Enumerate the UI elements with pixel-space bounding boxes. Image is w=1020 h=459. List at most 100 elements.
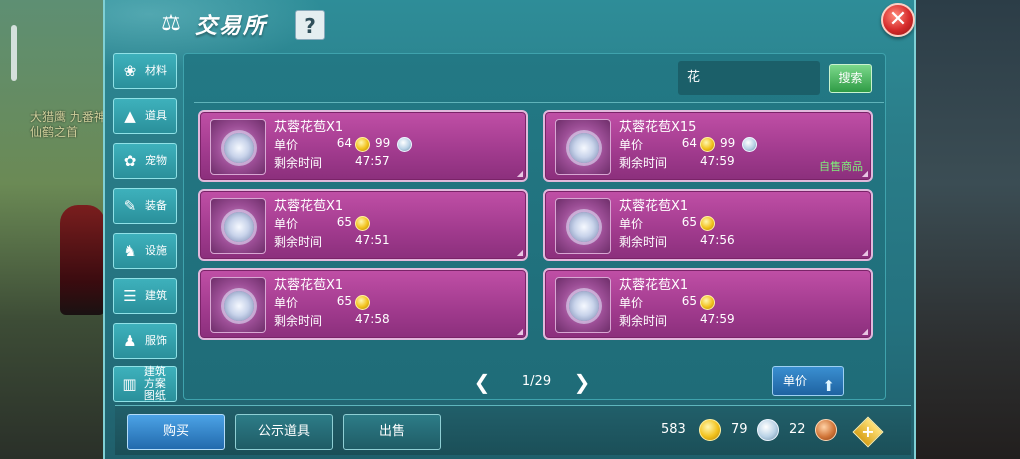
silver-coin-icon	[757, 419, 779, 441]
sidebar-item-label: 设施	[145, 244, 167, 257]
page-indicator: 1/29	[521, 374, 552, 389]
item-icon	[555, 277, 611, 333]
scroll-handle[interactable]	[11, 25, 17, 81]
gold-coin-icon	[700, 295, 715, 310]
sidebar-item-equipment[interactable]: ✎ 装备	[113, 188, 177, 224]
time-label: 剩余时间	[619, 235, 668, 249]
silver-coin-icon	[397, 137, 412, 152]
flower-bud-icon	[224, 291, 254, 321]
gold-price: 65	[336, 294, 352, 308]
help-button[interactable]: ?	[295, 10, 325, 40]
sidebar-item-facilities[interactable]: ♞ 设施	[113, 233, 177, 269]
facility-icon: ♞	[123, 242, 137, 260]
gold-coin-icon	[699, 419, 721, 441]
item-icon	[555, 198, 611, 254]
price-label: 单价	[274, 138, 299, 152]
listing-card[interactable]: 苁蓉花苞X1 单价 65 剩余时间 47:59 ◢	[543, 268, 873, 340]
public-items-button[interactable]: 公示道具	[235, 414, 333, 450]
item-icon	[555, 119, 611, 175]
item-name: 苁蓉花苞X1	[274, 278, 344, 293]
sidebar-item-label: 服饰	[145, 334, 167, 347]
silver-price: 99	[720, 136, 736, 150]
page-title: 交易所	[195, 14, 268, 39]
self-sale-tag: 自售商品	[819, 160, 863, 173]
scale-icon: ⚖	[161, 11, 181, 36]
next-page-button[interactable]: ❯	[572, 372, 592, 392]
gold-coin-icon	[355, 216, 370, 231]
bottom-bar: 购买 公示道具 出售 583 79 22 +	[115, 405, 911, 455]
sidebar-item-label: 装备	[145, 199, 167, 212]
time-label: 剩余时间	[274, 156, 323, 170]
item-name: 苁蓉花苞X1	[274, 120, 344, 135]
flower-bud-icon	[569, 133, 599, 163]
sidebar-item-label: 材料	[145, 64, 167, 77]
sidebar-item-props[interactable]: ▲ 道具	[113, 98, 177, 134]
price-label: 单价	[619, 217, 644, 231]
time-label: 剩余时间	[619, 314, 668, 328]
time-remaining: 47:57	[355, 154, 390, 168]
search-button[interactable]: 搜索	[829, 64, 872, 93]
corner-mark-icon: ◢	[516, 169, 523, 178]
price-label: 单价	[619, 296, 644, 310]
time-remaining: 47:58	[355, 312, 390, 326]
potion-icon: ▲	[124, 107, 136, 125]
divider	[194, 102, 884, 103]
time-remaining: 47:56	[700, 233, 735, 247]
flower-bud-icon	[224, 133, 254, 163]
listing-card[interactable]: 苁蓉花苞X1 单价 64 99 剩余时间 47:57 ◢	[198, 110, 528, 182]
close-button[interactable]: ✕	[881, 3, 915, 37]
sidebar-item-pets[interactable]: ✿ 宠物	[113, 143, 177, 179]
equipment-icon: ✎	[123, 197, 137, 215]
sell-button[interactable]: 出售	[343, 414, 441, 450]
gold-price: 64	[681, 136, 697, 150]
listing-card[interactable]: 苁蓉花苞X1 单价 65 剩余时间 47:58 ◢	[198, 268, 528, 340]
gold-price: 65	[336, 215, 352, 229]
clothing-icon: ♟	[123, 332, 137, 350]
sidebar-item-buildings[interactable]: ☰ 建筑	[113, 278, 177, 314]
gold-price: 65	[681, 294, 697, 308]
silver-price: 99	[375, 136, 391, 150]
search-input[interactable]: 花	[678, 61, 820, 95]
item-name: 苁蓉花苞X1	[619, 278, 689, 293]
background-right	[915, 0, 1020, 459]
time-label: 剩余时间	[619, 156, 668, 170]
listing-card[interactable]: 苁蓉花苞X1 单价 65 剩余时间 47:51 ◢	[198, 189, 528, 261]
listing-card[interactable]: 苁蓉花苞X15 单价 64 99 剩余时间 47:59 自售商品 ◢	[543, 110, 873, 182]
corner-mark-icon: ◢	[516, 327, 523, 336]
gold-coin-icon	[700, 216, 715, 231]
blueprint-icon: ▥	[122, 375, 137, 393]
gold-coin-icon	[355, 137, 370, 152]
listing-card[interactable]: 苁蓉花苞X1 单价 65 剩余时间 47:56 ◢	[543, 189, 873, 261]
buy-button[interactable]: 购买	[127, 414, 225, 450]
building-icon: ☰	[123, 287, 137, 305]
sidebar-item-materials[interactable]: ❀ 材料	[113, 53, 177, 89]
bronze-coin-icon	[815, 419, 837, 441]
item-name: 苁蓉花苞X1	[619, 199, 689, 214]
listing-area: 花 搜索 苁蓉花苞X1 单价 64 99 剩余时间 47:57 ◢ 苁蓉花苞X1…	[183, 53, 886, 400]
bronze-balance: 22	[789, 422, 806, 437]
gold-balance: 583	[661, 422, 686, 437]
prev-page-button[interactable]: ❮	[472, 372, 492, 392]
price-label: 单价	[274, 296, 299, 310]
flower-bud-icon	[224, 212, 254, 242]
sidebar-item-blueprints[interactable]: ▥ 建筑方案图纸	[113, 366, 177, 402]
sort-by-price-button[interactable]: 单价 ⬆	[772, 366, 844, 396]
price-label: 单价	[619, 138, 644, 152]
silver-balance: 79	[731, 422, 748, 437]
add-currency-button[interactable]: +	[852, 416, 884, 448]
corner-mark-icon: ◢	[861, 169, 868, 178]
corner-mark-icon: ◢	[861, 248, 868, 257]
item-name: 苁蓉花苞X1	[274, 199, 344, 214]
gold-coin-icon	[355, 295, 370, 310]
item-icon	[210, 198, 266, 254]
time-label: 剩余时间	[274, 235, 323, 249]
sidebar-item-clothing[interactable]: ♟ 服饰	[113, 323, 177, 359]
plus-icon: +	[861, 422, 875, 441]
gold-price: 65	[681, 215, 697, 229]
sidebar-item-label: 建筑	[145, 289, 167, 302]
sidebar-item-label: 宠物	[145, 154, 167, 167]
sort-arrow-icon: ⬆	[822, 377, 835, 395]
npc-name-text: 大猎鹰 九番神 仙鹤之首	[30, 110, 106, 139]
time-label: 剩余时间	[274, 314, 323, 328]
time-remaining: 47:59	[700, 154, 735, 168]
